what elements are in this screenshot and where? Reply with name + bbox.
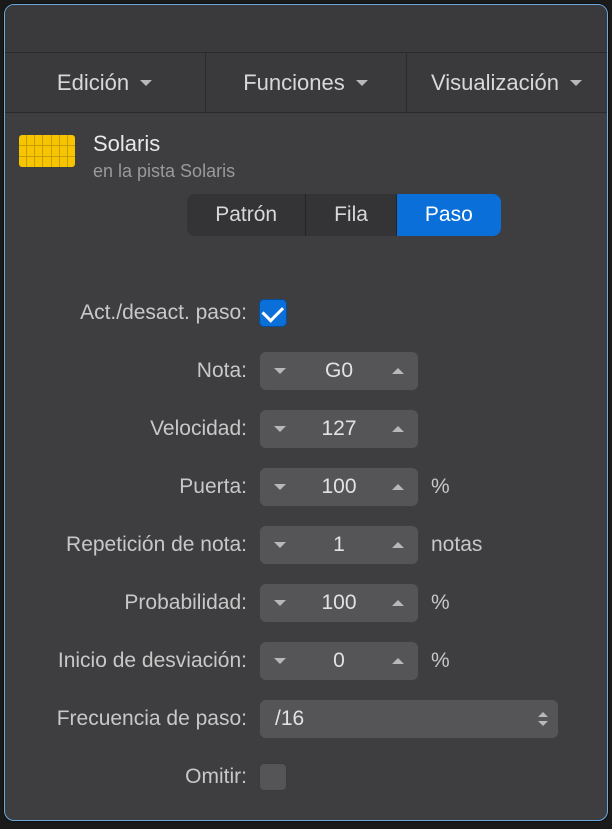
stepper-gate[interactable]: 100 <box>259 467 419 507</box>
chevron-down-icon <box>569 76 583 90</box>
titlebar <box>5 5 607 53</box>
chevron-down-icon <box>139 76 153 90</box>
suffix-start-offset: % <box>431 649 450 673</box>
value-note-repeat[interactable]: 1 <box>301 533 377 557</box>
menu-functions[interactable]: Funciones <box>206 53 407 112</box>
label-step-rate: Frecuencia de paso: <box>23 707 259 731</box>
tab-pattern-label: Patrón <box>215 203 277 227</box>
menu-edit[interactable]: Edición <box>5 53 206 112</box>
stepper-increment[interactable] <box>377 409 419 449</box>
label-probability: Probabilidad: <box>23 591 259 615</box>
field-note: Nota: G0 <box>23 350 579 392</box>
stepper-note[interactable]: G0 <box>259 351 419 391</box>
label-skip: Omitir: <box>23 765 259 789</box>
tab-row-label: Fila <box>334 203 368 227</box>
label-note-repeat: Repetición de nota: <box>23 533 259 557</box>
suffix-note-repeat: notas <box>431 533 482 557</box>
context-header: Solaris en la pista Solaris Patrón Fila … <box>5 113 607 268</box>
stepper-decrement[interactable] <box>259 641 301 681</box>
field-skip: Omitir: <box>23 756 579 798</box>
stepper-increment[interactable] <box>377 467 419 507</box>
value-gate[interactable]: 100 <box>301 475 377 499</box>
suffix-gate: % <box>431 475 450 499</box>
stepper-decrement[interactable] <box>259 351 301 391</box>
tabs-row: Patrón Fila Paso <box>93 182 595 258</box>
field-probability: Probabilidad: 100 % <box>23 582 579 624</box>
stepper-decrement[interactable] <box>259 409 301 449</box>
stepper-start-offset[interactable]: 0 <box>259 641 419 681</box>
menubar: Edición Funciones Visualización <box>5 53 607 113</box>
updown-icon <box>537 711 549 727</box>
stepper-decrement[interactable] <box>259 583 301 623</box>
stepper-velocity[interactable]: 127 <box>259 409 419 449</box>
inspector-form: Act./desact. paso: Nota: G0 Velocidad: 1… <box>5 268 607 821</box>
tab-pattern[interactable]: Patrón <box>187 194 306 236</box>
stepper-decrement[interactable] <box>259 525 301 565</box>
menu-view-label: Visualización <box>431 70 559 96</box>
context-text: Solaris en la pista Solaris Patrón Fila … <box>93 131 595 258</box>
menu-view[interactable]: Visualización <box>407 53 607 112</box>
checkbox-skip[interactable] <box>259 763 287 791</box>
stepper-decrement[interactable] <box>259 467 301 507</box>
inspector-window: Edición Funciones Visualización Solaris <box>4 4 608 821</box>
select-step-rate[interactable]: /16 <box>259 699 559 739</box>
region-name: Solaris <box>93 131 595 157</box>
menu-edit-label: Edición <box>57 70 129 96</box>
tab-row[interactable]: Fila <box>306 194 397 236</box>
menu-functions-label: Funciones <box>243 70 345 96</box>
field-velocity: Velocidad: 127 <box>23 408 579 450</box>
value-velocity[interactable]: 127 <box>301 417 377 441</box>
checkbox-step-toggle[interactable] <box>259 299 287 327</box>
suffix-probability: % <box>431 591 450 615</box>
tab-step[interactable]: Paso <box>397 194 501 236</box>
field-step-toggle: Act./desact. paso: <box>23 292 579 334</box>
tab-step-label: Paso <box>425 203 473 227</box>
stepper-increment[interactable] <box>377 641 419 681</box>
stepper-note-repeat[interactable]: 1 <box>259 525 419 565</box>
label-note: Nota: <box>23 359 259 383</box>
field-gate: Puerta: 100 % <box>23 466 579 508</box>
stepper-increment[interactable] <box>377 525 419 565</box>
pattern-region-icon <box>19 135 75 167</box>
value-start-offset[interactable]: 0 <box>301 649 377 673</box>
value-probability[interactable]: 100 <box>301 591 377 615</box>
stepper-increment[interactable] <box>377 583 419 623</box>
field-step-rate: Frecuencia de paso: /16 <box>23 698 579 740</box>
stepper-probability[interactable]: 100 <box>259 583 419 623</box>
label-step-toggle: Act./desact. paso: <box>23 301 259 325</box>
field-note-repeat: Repetición de nota: 1 notas <box>23 524 579 566</box>
region-subtitle: en la pista Solaris <box>93 161 595 182</box>
field-start-offset: Inicio de desviación: 0 % <box>23 640 579 682</box>
tab-segmented-control: Patrón Fila Paso <box>187 194 501 236</box>
chevron-down-icon <box>355 76 369 90</box>
value-step-rate: /16 <box>275 707 537 731</box>
label-gate: Puerta: <box>23 475 259 499</box>
value-note[interactable]: G0 <box>301 359 377 383</box>
label-velocity: Velocidad: <box>23 417 259 441</box>
label-start-offset: Inicio de desviación: <box>23 649 259 673</box>
stepper-increment[interactable] <box>377 351 419 391</box>
